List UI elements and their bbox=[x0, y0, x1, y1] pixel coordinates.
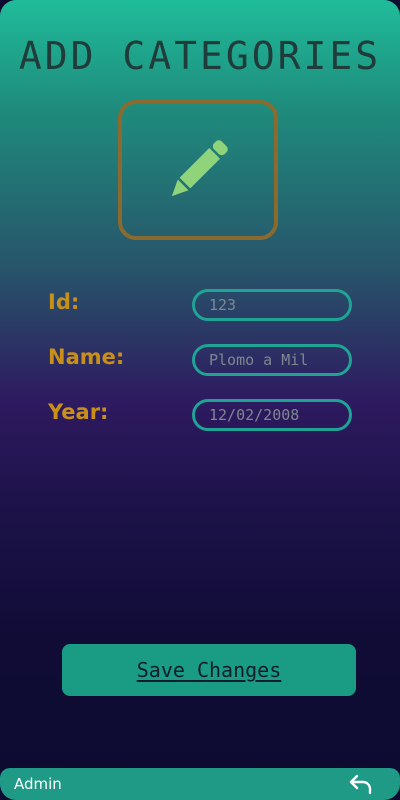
year-input[interactable] bbox=[192, 399, 352, 431]
save-changes-button[interactable]: Save Changes bbox=[62, 644, 356, 696]
bottom-bar: Admin bbox=[0, 768, 400, 800]
id-label: Id: bbox=[48, 290, 80, 314]
category-image-frame[interactable] bbox=[118, 100, 278, 240]
user-role-label: Admin bbox=[14, 775, 62, 793]
id-input[interactable] bbox=[192, 289, 352, 321]
pencil-icon bbox=[171, 140, 228, 197]
name-label: Name: bbox=[48, 345, 125, 369]
page-title: ADD CATEGORIES bbox=[18, 34, 382, 78]
add-categories-screen: ADD CATEGORIES Id: Name: Year: Save Chan… bbox=[0, 0, 400, 800]
year-label: Year: bbox=[48, 400, 109, 424]
back-arrow-icon[interactable] bbox=[348, 773, 374, 795]
name-input[interactable] bbox=[192, 344, 352, 376]
